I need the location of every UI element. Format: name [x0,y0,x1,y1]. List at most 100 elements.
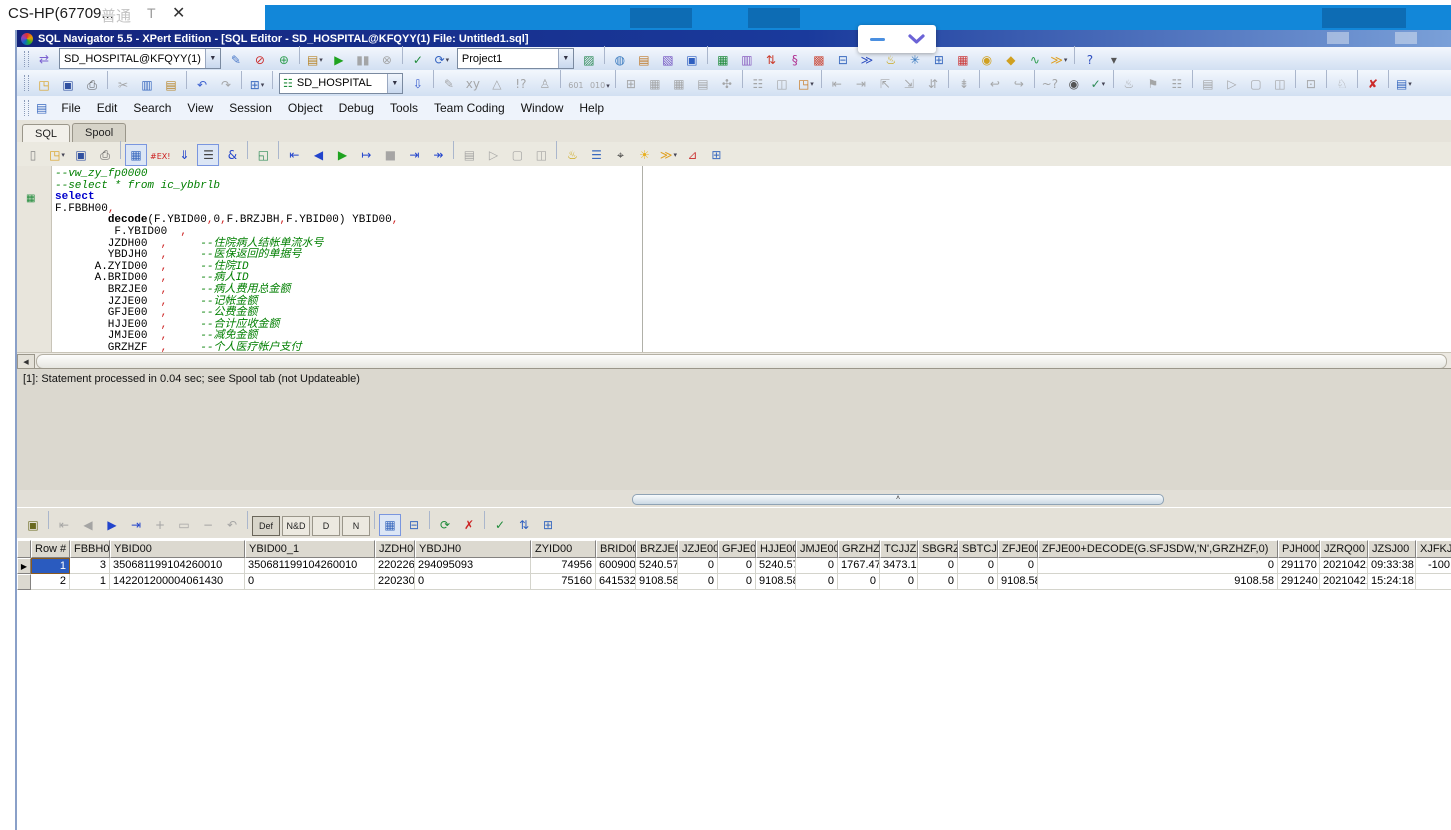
column-header[interactable]: GRZHZF [838,540,880,558]
grid-cell[interactable]: 74956 [531,558,596,574]
column-header[interactable]: ZYID00 [531,540,596,558]
grid-cell[interactable]: 0 [958,558,998,574]
schema-combobox[interactable]: ☷ SD_HOSPITAL ▼ [279,72,403,94]
grid-cell[interactable]: 0 [998,558,1038,574]
substitution-icon[interactable]: & [221,144,243,166]
copy-icon[interactable]: ▥ [136,74,158,96]
undo-icon[interactable]: ↶ [191,74,213,96]
fetch-all-icon[interactable]: ⇓ [173,144,195,166]
last-statement-icon[interactable]: ↠ [427,144,449,166]
column-header[interactable]: Row # [31,540,70,558]
project-image-icon[interactable]: ▨ [578,49,600,71]
grid-cell[interactable]: 0 [718,558,756,574]
kill-session-icon[interactable]: ⊘ [249,49,271,71]
menu-item-search[interactable]: Search [125,98,179,118]
column-header[interactable]: BRID00 [596,540,636,558]
taskbar-item[interactable] [630,8,692,28]
save-sql-icon[interactable]: ▣ [70,144,92,166]
grid-cell[interactable]: 600900 [596,558,636,574]
table-editor-icon[interactable]: ▦ [712,49,734,71]
scrollbar-thumb[interactable] [36,354,1447,369]
grid-cell[interactable]: 9108.58 [1038,574,1278,590]
grid-cell[interactable]: 350681199104260010 [110,558,245,574]
print-icon[interactable]: ⎙ [81,74,103,96]
menu-item-window[interactable]: Window [513,98,572,118]
grid-last-icon[interactable]: ⇥ [125,514,147,536]
filter-sort-icon[interactable]: ⇩ [407,73,429,95]
support-web-icon[interactable]: ⊕ [273,49,295,71]
menu-item-file[interactable]: File [53,98,88,118]
notes-icon[interactable]: ▤ ▾ [1393,73,1415,95]
grid-cell[interactable]: 0 [880,574,918,590]
row-selector[interactable]: ▶ [17,558,31,574]
column-header[interactable]: PJH000 [1278,540,1320,558]
open-sql-icon[interactable]: ◳ ▾ [46,144,68,166]
no-exec-icon[interactable]: #EX! [149,146,171,168]
grid-cell[interactable]: 1767.47 [838,558,880,574]
sql-analyzer-icon[interactable]: § [784,49,806,71]
rollback-icon[interactable]: ⇅ [513,514,535,536]
grid-cell[interactable]: 20210421 [1320,558,1368,574]
remote-tab-title[interactable]: CS-HP(67709... [8,5,114,22]
help-icon[interactable]: ? [1079,49,1101,71]
splitter-handle[interactable]: ˄ [632,494,1164,505]
fetch-n-button[interactable]: N [342,516,370,537]
column-header[interactable]: GFJE00 [718,540,756,558]
grid-cell[interactable]: 0 [918,574,958,590]
new-sql-icon[interactable]: ▯ [22,144,44,166]
grid-cell[interactable]: 9108.58 [756,574,796,590]
taskbar-item[interactable] [1322,8,1406,28]
close-query-icon[interactable]: ✗ [458,514,480,536]
grid-cell[interactable]: 0 [1038,558,1278,574]
verify-icon[interactable]: ✓ ▾ [1087,73,1109,95]
grid-cell[interactable]: 220226 [375,558,415,574]
table-row[interactable]: ▶ 1 3 350681199104260010 350681199104260010 2… [17,558,1451,574]
editor-pane-divider[interactable] [642,166,643,352]
analyze-icon[interactable]: ◉ [976,49,998,71]
record-view-icon[interactable]: ⊟ [403,514,425,536]
row-selector[interactable] [17,574,31,590]
grid-cell[interactable]: 291170 [1278,558,1320,574]
column-header[interactable]: TCJJZF [880,540,918,558]
output-window-icon[interactable]: ▤ ▾ [304,49,326,71]
refresh-icon[interactable]: ⟳ [434,514,456,536]
grid-cell[interactable]: 5240.57 [756,558,796,574]
chevron-down-icon[interactable]: ▼ [386,73,402,93]
columns-layout-icon[interactable]: ⊞ [705,144,727,166]
menu-item-team-coding[interactable]: Team Coding [426,98,513,118]
new-session-icon[interactable]: ⇄ [33,48,55,70]
doc-edit-icon[interactable]: ▤ [633,49,655,71]
column-header[interactable]: YBDJH0 [415,540,531,558]
grid-cell[interactable]: 0 [838,574,880,590]
column-header[interactable]: JZJE00 [678,540,718,558]
chevron-down-icon[interactable] [907,33,925,45]
open-file-icon[interactable]: ◳ [33,74,55,96]
grid-columns-icon[interactable]: ⊞ [537,514,559,536]
menu-item-view[interactable]: View [179,98,221,118]
column-header[interactable]: JZRQ00 [1320,540,1368,558]
toolbar-overflow-icon[interactable]: ▾ [1103,49,1125,71]
grid-cell[interactable] [1416,574,1451,590]
column-header[interactable]: HJJE00 [756,540,796,558]
column-header[interactable]: XJFKJ [1416,540,1451,558]
sort-data-icon[interactable]: ⇅ [760,49,782,71]
minimize-icon[interactable] [869,37,885,41]
column-header[interactable]: ZFJE00 [998,540,1038,558]
paste-icon[interactable]: ▤ [160,74,182,96]
next-statement-icon[interactable]: ⇥ [403,144,425,166]
task-list-icon[interactable]: ▣ [681,49,703,71]
save-file-icon[interactable]: ▣ [57,74,79,96]
grid-cell[interactable]: 0 [678,574,718,590]
syntax-check-icon[interactable]: ✓ [407,49,429,71]
describe-session-icon[interactable]: ✎ [225,49,247,71]
web-publish-icon[interactable]: ◍ [609,49,631,71]
find-icon[interactable]: ⌖ [609,144,631,166]
export-folder-icon[interactable]: ◳ ▾ [795,73,817,95]
quick-run-icon[interactable]: ≫ ▾ [657,144,679,166]
grid-cell[interactable]: 3 [70,558,110,574]
grid-cell[interactable]: 294095093 [415,558,531,574]
grid-cell[interactable]: 75160 [531,574,596,590]
db-explorer-icon[interactable]: ⊟ [832,49,854,71]
column-header[interactable]: FBBH00 [70,540,110,558]
close-icon[interactable]: ✕ [172,3,185,23]
